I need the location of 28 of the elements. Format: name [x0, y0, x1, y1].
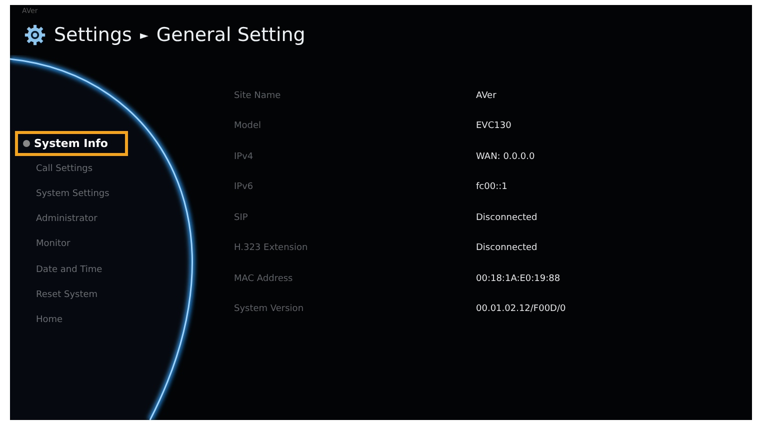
info-value: AVer [476, 90, 498, 103]
menu-item[interactable]: Call Settings [10, 156, 220, 182]
menu-item[interactable]: Reset System [10, 282, 220, 308]
info-value: Disconnected [476, 212, 538, 225]
menu-item[interactable]: Monitor [10, 232, 220, 257]
info-label: Site Name [234, 90, 282, 103]
info-label: IPv6 [234, 181, 254, 194]
info-value: WAN: 0.0.0.0 [476, 150, 536, 164]
info-value: 00.01.02.12/F00D/0 [476, 303, 566, 316]
info-label: H.323 Extension [234, 242, 309, 256]
info-label: MAC Address [234, 272, 294, 286]
info-value: fc00::1 [476, 181, 508, 194]
menu-item[interactable]: Home [10, 307, 220, 332]
menu-item[interactable]: Administrator [10, 206, 220, 232]
info-value: Disconnected [476, 242, 538, 256]
breadcrumb-separator: ► [140, 28, 148, 42]
gear-icon [24, 24, 46, 46]
info-label: Model [234, 120, 262, 134]
breadcrumb-root: Settings [54, 24, 132, 46]
info-label: IPv4 [234, 150, 254, 164]
menu-item[interactable]: System Info [15, 131, 128, 156]
menu-item[interactable]: Date and Time [10, 256, 220, 282]
info-value: 00:18:1A:E0:19:88 [476, 272, 562, 286]
info-label: SIP [234, 212, 249, 225]
info-label: System Version [234, 303, 305, 316]
info-value: EVC130 [476, 120, 512, 134]
breadcrumb-current: General Setting [156, 24, 306, 46]
menu-item[interactable]: System Settings [10, 181, 220, 207]
